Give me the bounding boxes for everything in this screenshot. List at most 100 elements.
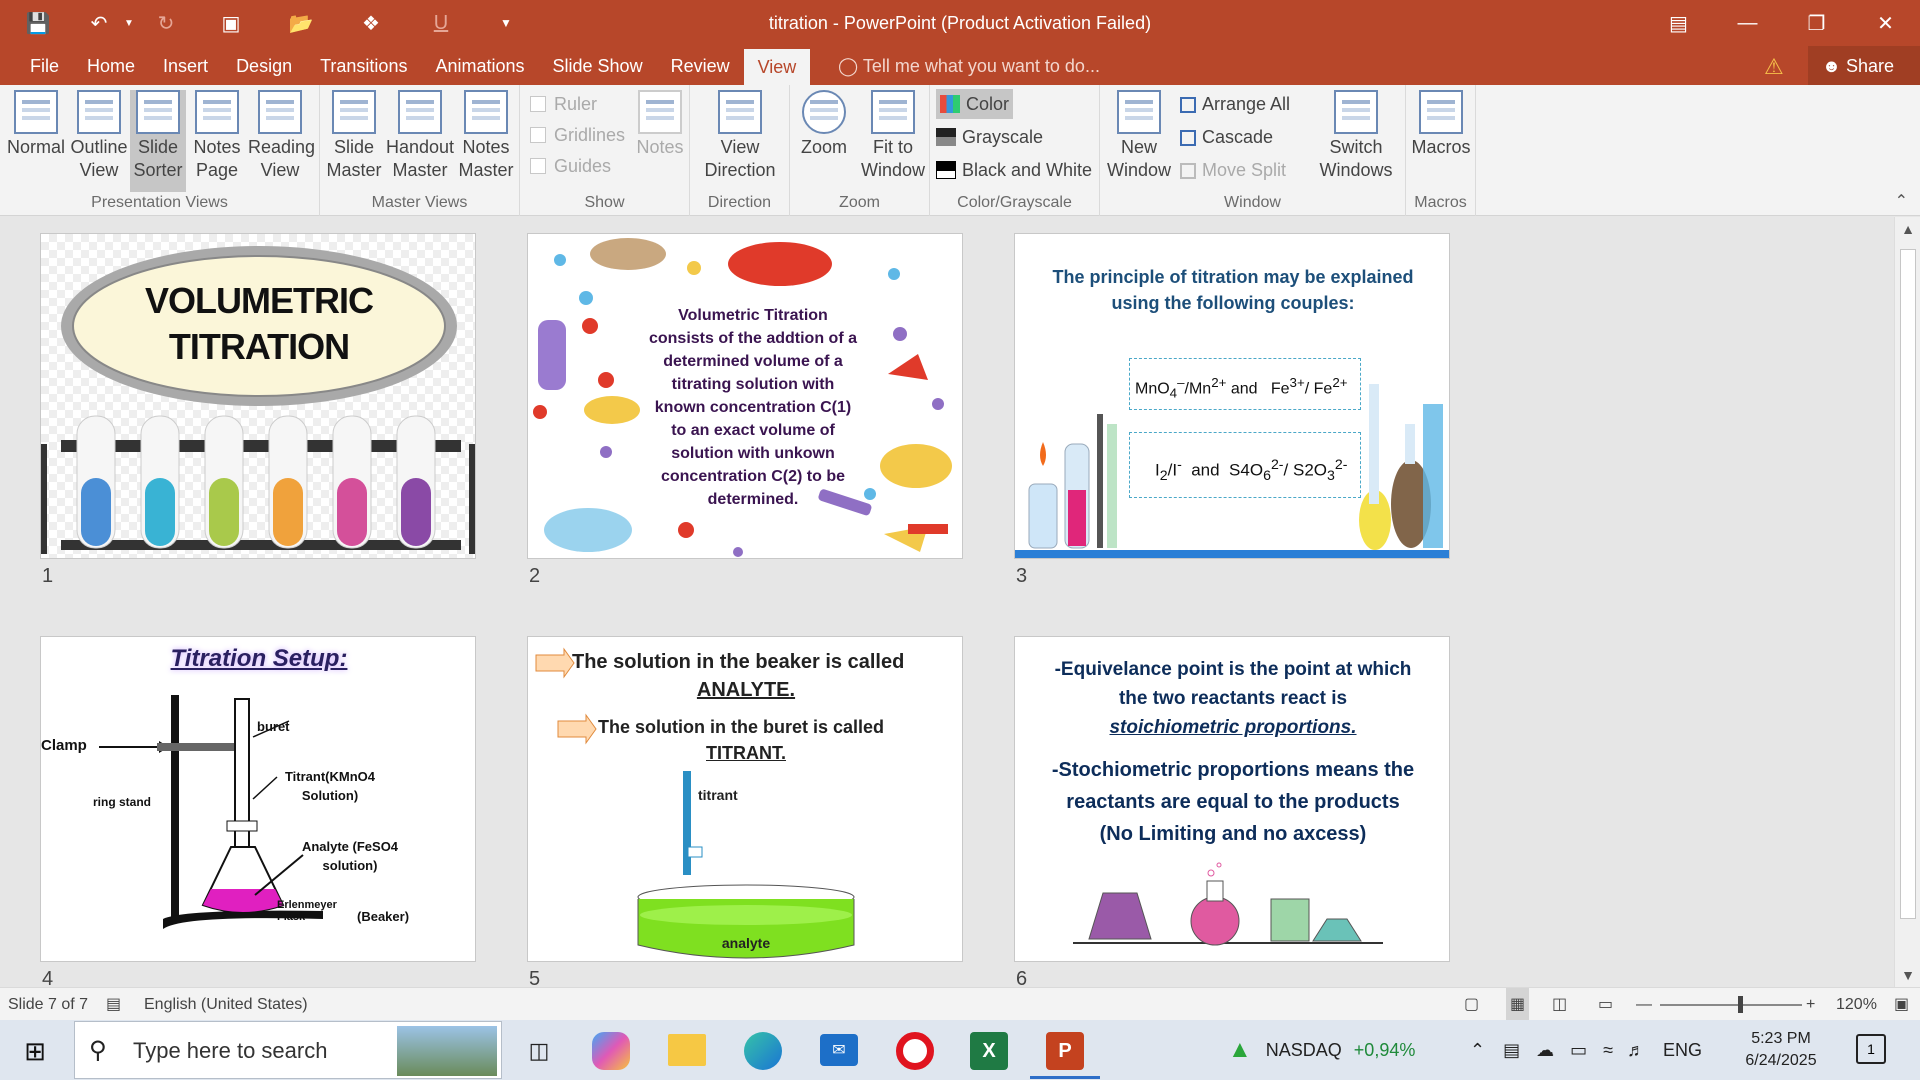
ribbon-display-options-icon[interactable]: ▤ (1644, 0, 1713, 46)
spell-check-icon[interactable]: ▤ (106, 988, 121, 1021)
new-window-button[interactable]: New Window (1104, 90, 1174, 182)
zoom-slider[interactable] (1660, 1004, 1802, 1006)
notes-master-button[interactable]: Notes Master (456, 90, 516, 182)
label-clamp: Clamp (41, 737, 87, 754)
grayscale-button[interactable]: Grayscale (936, 122, 1043, 152)
windows-start-icon[interactable]: ⊞ (12, 1028, 58, 1074)
notes-page-button[interactable]: Notes Page (188, 90, 246, 182)
slide-thumbnail-1[interactable]: VOLUMETRIC TITRATION (40, 233, 476, 559)
windows-taskbar: ⊞ ⚲ Type here to search ◫ ✉ X P ▲ NASDAQ… (0, 1020, 1920, 1080)
move-split-button[interactable]: Move Split (1180, 155, 1286, 185)
slide-thumbnail-4[interactable]: Titration Setup: Clamp buret ring stand … (40, 636, 476, 962)
zoom-slider-thumb[interactable] (1738, 996, 1743, 1013)
ruler-checkbox[interactable]: Ruler (530, 89, 597, 119)
tab-view[interactable]: View (743, 49, 811, 85)
zoom-button[interactable]: Zoom (794, 90, 854, 159)
outline-view-button[interactable]: Outline View (68, 90, 130, 182)
cascade-button[interactable]: Cascade (1180, 122, 1273, 152)
grayscale-label: Grayscale (962, 127, 1044, 147)
flasks-illustration (1073, 862, 1383, 946)
onedrive-icon[interactable]: ☁ (1536, 1040, 1554, 1061)
excel-icon[interactable]: X (970, 1032, 1008, 1070)
handout-master-button[interactable]: Handout Master (384, 90, 456, 182)
device-icon[interactable]: ▤ (1503, 1040, 1520, 1061)
tab-animations[interactable]: Animations (421, 46, 538, 85)
vertical-scrollbar[interactable]: ▲ ▼ (1894, 217, 1920, 987)
notes-button[interactable]: Notes (632, 90, 688, 159)
normal-view-button[interactable]: Normal (4, 90, 68, 159)
slide-thumbnail-3[interactable]: The principle of titration may be explai… (1014, 233, 1450, 559)
edge-icon[interactable] (744, 1032, 782, 1070)
close-icon[interactable]: ✕ (1851, 0, 1920, 46)
macros-button[interactable]: Macros (1410, 90, 1472, 159)
new-window-label: New Window (1106, 137, 1172, 180)
label-beaker: (Beaker) (357, 909, 410, 924)
arrange-all-button[interactable]: Arrange All (1180, 89, 1290, 119)
tab-insert[interactable]: Insert (149, 46, 222, 85)
mail-icon[interactable]: ✉ (820, 1034, 858, 1066)
notification-count: 1 (1867, 1041, 1875, 1057)
battery-icon[interactable]: ▭ (1570, 1040, 1587, 1061)
slide-thumbnail-5[interactable]: The solution in the beaker is called ANA… (527, 636, 963, 962)
normal-view-status-icon[interactable]: ▢ (1464, 988, 1479, 1021)
slide-sorter-button[interactable]: Slide Sorter (130, 90, 186, 192)
scroll-up-icon[interactable]: ▲ (1895, 221, 1920, 237)
show-hidden-icons[interactable]: ⌃ (1470, 1040, 1485, 1061)
task-view-icon[interactable]: ◫ (516, 1028, 562, 1074)
share-button[interactable]: ☻ Share (1808, 46, 1920, 85)
person-icon: ☻ (1822, 56, 1846, 76)
fit-to-window-label: Fit to Window (860, 137, 926, 180)
system-tray: ⌃ ▤ ☁ ▭ ≈ ♬ ENG (1470, 1020, 1726, 1080)
volume-icon[interactable]: ♬ (1627, 1040, 1645, 1061)
zoom-in-icon[interactable]: + (1806, 988, 1815, 1021)
stock-ticker[interactable]: ▲ NASDAQ +0,94% (1228, 1020, 1415, 1080)
slide-number-1: 1 (42, 565, 54, 587)
guides-checkbox[interactable]: Guides (530, 151, 611, 181)
switch-windows-button[interactable]: Switch Windows (1310, 90, 1402, 182)
tab-home[interactable]: Home (73, 46, 149, 85)
powerpoint-icon[interactable]: P (1046, 1032, 1084, 1070)
notification-center-icon[interactable]: 1 (1856, 1034, 1886, 1064)
slide-thumbnail-6[interactable]: -Equivelance point is the point at which… (1014, 636, 1450, 962)
tab-transitions[interactable]: Transitions (306, 46, 421, 85)
scroll-down-icon[interactable]: ▼ (1895, 967, 1920, 983)
color-button[interactable]: Color (936, 89, 1014, 119)
tell-me-box[interactable]: ◯ Tell me what you want to do... (838, 46, 1100, 85)
tab-slide-show[interactable]: Slide Show (539, 46, 657, 85)
scrollbar-thumb[interactable] (1900, 249, 1916, 919)
minimize-icon[interactable]: — (1713, 0, 1782, 46)
fit-to-window-button[interactable]: Fit to Window (858, 90, 928, 182)
black-white-button[interactable]: Black and White (936, 155, 1092, 185)
slide-master-button[interactable]: Slide Master (324, 90, 384, 182)
handout-master-label: Handout Master (385, 137, 455, 180)
wifi-icon[interactable]: ≈ (1603, 1040, 1613, 1061)
slide-sorter-area[interactable]: VOLUMETRIC TITRATION 1 Volumetric Titrat… (0, 217, 1900, 987)
fit-slide-icon[interactable]: ▣ (1894, 988, 1909, 1021)
cascade-icon (1180, 130, 1196, 146)
restore-icon[interactable]: ❐ (1782, 0, 1851, 46)
language-indicator[interactable]: English (United States) (144, 988, 308, 1021)
gridlines-checkbox[interactable]: Gridlines (530, 120, 625, 150)
tab-design[interactable]: Design (222, 46, 306, 85)
taskbar-search-box[interactable]: ⚲ Type here to search (74, 1021, 502, 1079)
reading-view-status-icon[interactable]: ◫ (1552, 988, 1567, 1021)
reading-view-button[interactable]: Reading View (246, 90, 315, 182)
language-tray[interactable]: ENG (1663, 1040, 1702, 1061)
zoom-out-icon[interactable]: — (1636, 988, 1652, 1021)
handout-master-icon (398, 90, 442, 134)
warning-icon[interactable]: ⚠ (1764, 54, 1784, 80)
tab-file[interactable]: File (16, 46, 73, 85)
color-label: Color (966, 94, 1010, 114)
collapse-ribbon-icon[interactable]: ⌃ (1895, 191, 1908, 211)
file-explorer-icon[interactable] (668, 1034, 706, 1066)
clock[interactable]: 5:23 PM 6/24/2025 (1736, 1028, 1826, 1072)
copilot-icon[interactable] (592, 1032, 630, 1070)
zoom-level[interactable]: 120% (1836, 988, 1877, 1021)
tab-review[interactable]: Review (657, 46, 744, 85)
view-direction-button[interactable]: View Direction (694, 90, 786, 182)
slide-thumbnail-2[interactable]: Volumetric Titration consists of the add… (527, 233, 963, 559)
slideshow-status-icon[interactable]: ▭ (1598, 988, 1613, 1021)
opera-icon[interactable] (896, 1032, 934, 1070)
slide5-line2b: TITRANT. (706, 743, 786, 763)
slide-sorter-status-icon[interactable]: ▦ (1506, 988, 1530, 1021)
